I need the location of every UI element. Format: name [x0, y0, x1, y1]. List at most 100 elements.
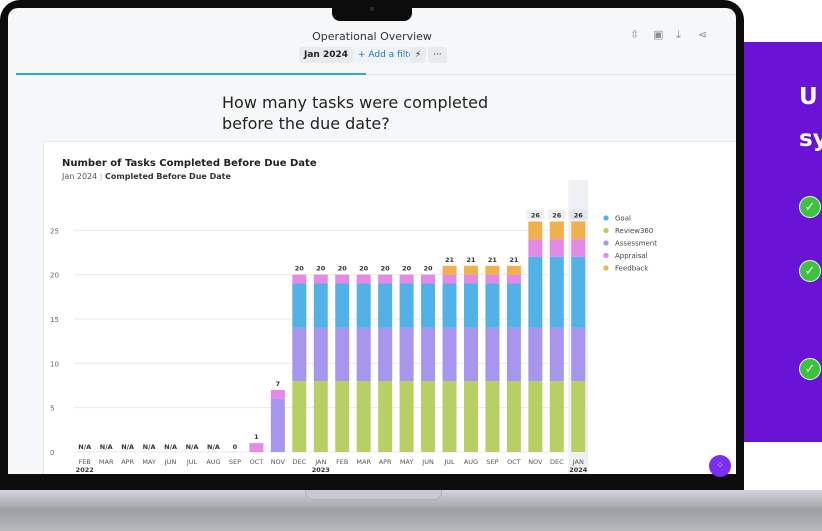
- comment-icon[interactable]: ▣: [653, 28, 663, 41]
- bar-segment-assessment: [571, 327, 586, 382]
- bar-segment-assessment: [549, 327, 564, 382]
- bar-total-label: 20: [316, 265, 326, 273]
- bar-segment-review360: [485, 381, 500, 452]
- bar-total-label: 20: [381, 265, 391, 273]
- bar-total-label: N/A: [164, 443, 177, 451]
- x-tick-label: MAY: [400, 458, 414, 466]
- x-tick-label: MAY: [142, 458, 156, 466]
- lightning-icon[interactable]: ⚡: [410, 47, 427, 63]
- bar-segment-review360: [399, 381, 414, 452]
- collapse-icon[interactable]: ⇳: [630, 28, 639, 41]
- legend-label: Appraisal: [615, 252, 648, 260]
- bar-total-label: 26: [531, 211, 541, 219]
- bar-total-label: 21: [466, 256, 476, 264]
- y-tick-label: 15: [50, 316, 59, 324]
- x-tick-label: APR: [121, 458, 134, 466]
- bar-total-label: 20: [338, 265, 348, 273]
- promo-heading-line2: sy: [799, 126, 822, 152]
- x-tick-label: AUG: [464, 458, 478, 466]
- x-tick-label: FEB: [79, 458, 91, 466]
- loading-progress-bar: [16, 73, 366, 75]
- x-tick-label: SEP: [229, 458, 241, 466]
- x-tick-label: MAR: [99, 458, 114, 466]
- legend-swatch: [603, 227, 609, 234]
- bar-segment-goal: [313, 283, 328, 328]
- camera-icon: [370, 7, 374, 11]
- bar-segment-goal: [463, 283, 478, 328]
- bar-segment-assessment: [335, 327, 350, 382]
- bar-segment-assessment: [292, 327, 307, 382]
- legend-swatch: [603, 215, 609, 221]
- y-tick-label: 0: [50, 449, 54, 457]
- x-tick-label: JAN: [572, 458, 584, 466]
- bar-segment-appraisal: [292, 274, 307, 284]
- bar-segment-assessment: [378, 327, 393, 382]
- legend-label: Assessment: [615, 240, 657, 248]
- bar-segment-assessment: [463, 327, 478, 382]
- x-tick-label: APR: [379, 458, 392, 466]
- x-tick-label: MAR: [356, 458, 371, 466]
- app-screen: Operational Overview Jan 2024 + Add a fi…: [8, 8, 736, 474]
- bar-segment-review360: [463, 381, 478, 452]
- bar-segment-appraisal: [549, 239, 564, 257]
- bar-segment-review360: [378, 381, 393, 452]
- bar-segment-feedback: [485, 265, 500, 275]
- bar-segment-feedback: [549, 221, 564, 240]
- bar-segment-feedback: [442, 265, 457, 275]
- bar-segment-review360: [549, 381, 564, 452]
- bar-total-label: 26: [552, 211, 562, 219]
- bar-total-label: N/A: [207, 443, 220, 451]
- y-tick-label: 20: [50, 272, 59, 280]
- bar-total-label: 0: [233, 443, 238, 451]
- more-options-button[interactable]: ···: [428, 47, 447, 63]
- bar-segment-assessment: [485, 327, 500, 382]
- x-tick-label: 2022: [76, 466, 94, 474]
- bar-segment-goal: [442, 283, 457, 328]
- x-tick-label: JUL: [443, 458, 455, 466]
- bar-segment-appraisal: [571, 239, 586, 257]
- stacked-bar-chart: 0510152025N/AFEB2022N/AMARN/AAPRN/AMAYN/…: [50, 180, 657, 474]
- x-tick-label: OCT: [507, 458, 521, 466]
- bar-segment-appraisal: [485, 274, 500, 284]
- laptop-bezel: Operational Overview Jan 2024 + Add a fi…: [0, 0, 744, 490]
- check-circle-icon: ✓: [799, 358, 821, 380]
- promo-panel: U sy ✓ ✓ ✓: [737, 42, 822, 442]
- bar-segment-appraisal: [399, 274, 414, 284]
- check-circle-icon: ✓: [799, 196, 821, 218]
- bar-total-label: N/A: [78, 443, 91, 451]
- bar-segment-appraisal: [528, 239, 543, 257]
- bar-segment-goal: [571, 256, 586, 328]
- bar-segment-appraisal: [335, 274, 350, 284]
- x-tick-label: JAN: [314, 458, 326, 466]
- x-tick-label: 2023: [312, 466, 330, 474]
- bar-segment-goal: [356, 283, 371, 328]
- chart-card: Number of Tasks Completed Before Due Dat…: [43, 141, 736, 474]
- bar-total-label: 20: [424, 265, 434, 273]
- download-icon[interactable]: ⤓: [676, 28, 681, 42]
- promo-heading-line1: U: [799, 84, 818, 110]
- bar-segment-review360: [528, 381, 543, 452]
- share-icon[interactable]: ⋖: [698, 28, 707, 41]
- bar-segment-review360: [292, 381, 307, 452]
- camera-notch: [332, 0, 412, 21]
- help-widget-button[interactable]: ⁘: [709, 455, 731, 477]
- x-tick-label: JUL: [186, 458, 198, 466]
- x-tick-label: DEC: [292, 458, 306, 466]
- bar-total-label: 20: [402, 265, 412, 273]
- bar-segment-feedback: [506, 265, 521, 275]
- bar-total-label: N/A: [186, 443, 199, 451]
- bar-segment-goal: [421, 283, 436, 328]
- bar-segment-review360: [356, 381, 371, 452]
- bar-total-label: N/A: [143, 443, 156, 451]
- bar-segment-goal: [335, 283, 350, 328]
- x-tick-label: SEP: [486, 458, 498, 466]
- bar-segment-appraisal: [463, 274, 478, 284]
- x-tick-label: JUN: [421, 458, 434, 466]
- legend-label: Goal: [615, 215, 631, 223]
- bar-segment-appraisal: [421, 274, 436, 284]
- bar-segment-assessment: [270, 398, 285, 452]
- legend-label: Review360: [615, 227, 653, 235]
- period-filter-pill[interactable]: Jan 2024: [299, 47, 354, 63]
- bar-total-label: 20: [359, 265, 369, 273]
- legend-swatch: [603, 240, 609, 246]
